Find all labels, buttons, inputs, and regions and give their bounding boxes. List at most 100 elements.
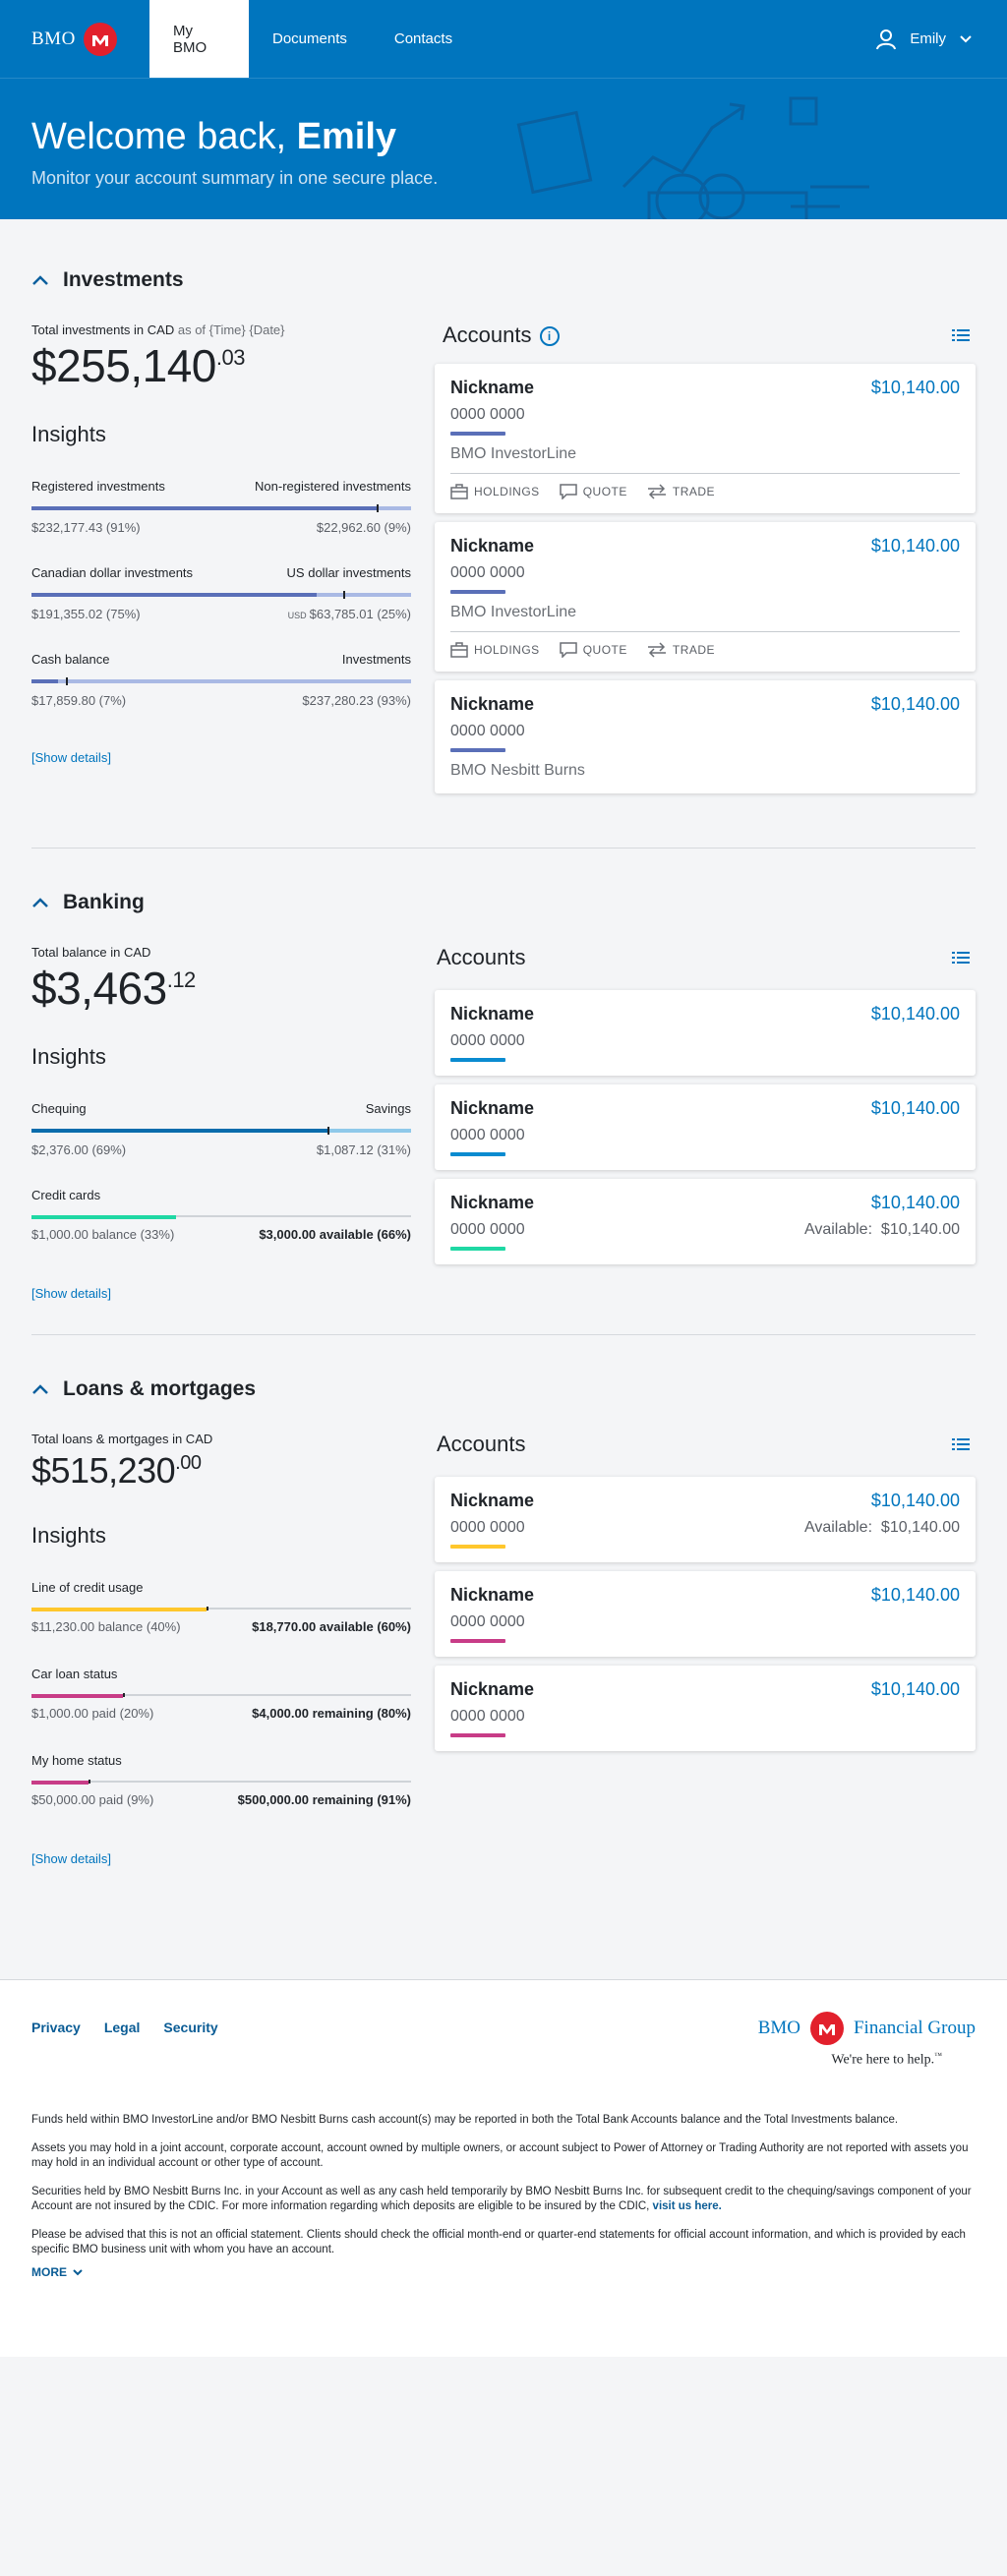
banking-total-label: Total balance in CAD — [31, 945, 151, 960]
banking-toggle[interactable]: Banking — [31, 891, 145, 914]
insight-left-value: $1,000.00 paid (20%) — [31, 1706, 154, 1721]
insight-right-value: $237,280.23 (93%) — [302, 693, 411, 708]
disclaimer-text: Funds held within BMO InvestorLine and/o… — [31, 2114, 899, 2126]
account-provider: BMO InvestorLine — [450, 604, 577, 620]
visit-us-link[interactable]: visit us here. — [653, 2200, 722, 2212]
banking-account-card[interactable]: Nickname $10,140.00 0000 0000 — [435, 1084, 976, 1170]
usd-badge: USD — [287, 611, 307, 620]
account-nickname: Nickname — [450, 1585, 535, 1605]
insight-bar — [31, 1693, 411, 1698]
nav-tab-my-bmo[interactable]: My BMO — [149, 0, 249, 78]
insight-bar — [31, 504, 411, 512]
footer-link-security[interactable]: Security — [163, 2020, 217, 2035]
loan-account-card[interactable]: Nickname $10,140.00 0000 0000 — [435, 1666, 976, 1751]
fg-brand: BMO — [757, 2018, 800, 2038]
trade-button[interactable]: TRADE — [647, 642, 715, 658]
more-button[interactable]: MORE — [31, 2265, 976, 2280]
list-view-icon[interactable] — [952, 1437, 970, 1451]
disclaimer-text: Securities held by BMO Nesbitt Burns Inc… — [31, 2186, 972, 2212]
banking-title: Banking — [63, 891, 145, 913]
disclaimers: Funds held within BMO InvestorLine and/o… — [31, 2113, 976, 2280]
account-amount: $10,140.00 — [870, 694, 960, 714]
top-nav: BMO My BMO Documents Contacts Emily — [0, 0, 1007, 78]
welcome-subtitle: Monitor your account summary in one secu… — [31, 168, 439, 188]
card-divider — [450, 473, 960, 474]
insight-right-label: Non-registered investments — [255, 479, 411, 494]
insight-right-value: $22,962.60 (9%) — [316, 520, 411, 535]
footer-link-legal[interactable]: Legal — [104, 2020, 141, 2035]
bmo-logo[interactable]: BMO — [0, 0, 149, 78]
account-nickname: Nickname — [450, 1491, 535, 1510]
insight-currency: Canadian dollar investments US dollar inv… — [31, 565, 411, 652]
insight-left-value: $2,376.00 (69%) — [31, 1142, 127, 1157]
investments-toggle[interactable]: Investments — [31, 268, 184, 292]
loans-title: Loans & mortgages — [63, 1377, 257, 1400]
disclaimer-text: Please be advised that this is not an of… — [31, 2229, 966, 2255]
trade-button[interactable]: TRADE — [647, 484, 715, 499]
nav-tab-documents[interactable]: Documents — [249, 0, 371, 78]
loans-show-details-link[interactable]: [Show details] — [31, 1851, 411, 1866]
banking-show-details-link[interactable]: [Show details] — [31, 1286, 411, 1301]
account-color-bar — [450, 748, 505, 752]
user-menu[interactable]: Emily — [876, 0, 972, 78]
footer-link-privacy[interactable]: Privacy — [31, 2020, 81, 2035]
account-number: 0000 0000 — [450, 723, 525, 739]
user-icon — [876, 29, 897, 49]
investment-account-card[interactable]: Nickname $10,140.00 0000 0000 BMO Investo… — [435, 364, 976, 513]
disclaimer-text: Assets you may hold in a joint account, … — [31, 2142, 969, 2169]
account-nickname: Nickname — [450, 1098, 535, 1118]
insight-bar — [31, 677, 411, 685]
insight-right-label: Savings — [365, 1101, 411, 1116]
banking-account-card[interactable]: Nickname $10,140.00 0000 0000 Available: … — [435, 1179, 976, 1264]
account-nickname: Nickname — [450, 1004, 535, 1024]
account-number: 0000 0000 — [450, 1127, 525, 1143]
chevron-up-icon — [32, 1384, 48, 1394]
account-nickname: Nickname — [450, 694, 535, 714]
welcome-hero: Welcome back, Emily Monitor your account… — [0, 78, 1007, 219]
account-amount: $10,140.00 — [870, 1004, 960, 1024]
account-amount: $10,140.00 — [870, 1491, 960, 1510]
account-provider: BMO InvestorLine — [450, 445, 577, 462]
list-view-icon[interactable] — [952, 328, 970, 342]
bmo-financial-group-logo: BMO Financial Group We're here to help.™ — [758, 2012, 976, 2069]
insight-left-value: $50,000.00 paid (9%) — [31, 1792, 154, 1807]
quote-button[interactable]: QUOTE — [559, 642, 627, 658]
investments-show-details-link[interactable]: [Show details] — [31, 750, 411, 765]
chat-icon — [559, 642, 577, 658]
quote-button[interactable]: QUOTE — [559, 484, 627, 499]
banking-account-card[interactable]: Nickname $10,140.00 0000 0000 — [435, 990, 976, 1076]
account-nickname: Nickname — [450, 536, 535, 556]
loans-accounts-title: Accounts — [437, 1432, 526, 1456]
section-divider — [31, 1334, 976, 1335]
finance-illustration-icon — [516, 96, 869, 219]
insight-credit-cards: Credit cards $1,000.00 balance (33%) $3,0… — [31, 1188, 411, 1274]
investments-insights-list: Registered investments Non-registered inv… — [31, 479, 411, 738]
list-view-icon[interactable] — [952, 951, 970, 965]
investments-accounts-title: Accounts i — [443, 322, 560, 348]
holdings-button[interactable]: HOLDINGS — [450, 642, 540, 658]
nav-tab-contacts[interactable]: Contacts — [371, 0, 476, 78]
insight-right-value: $3,000.00 available (66%) — [259, 1227, 411, 1242]
fg-suffix: Financial Group — [853, 2018, 976, 2038]
investment-account-card[interactable]: Nickname $10,140.00 0000 0000 BMO Nesbitt… — [435, 680, 976, 793]
welcome-heading: Welcome back, Emily — [31, 116, 397, 157]
user-name: Emily — [910, 30, 946, 47]
loans-toggle[interactable]: Loans & mortgages — [31, 1377, 256, 1401]
loan-account-card[interactable]: Nickname $10,140.00 0000 0000 — [435, 1571, 976, 1657]
insight-left-value: $191,355.02 (75%) — [31, 607, 141, 621]
available-balance: Available: $10,140.00 — [803, 1221, 960, 1238]
loans-insights-title: Insights — [31, 1523, 106, 1548]
loan-account-card[interactable]: Nickname $10,140.00 0000 0000 Available: … — [435, 1477, 976, 1562]
insight-bar — [31, 1780, 411, 1785]
holdings-button[interactable]: HOLDINGS — [450, 484, 540, 499]
info-icon[interactable]: i — [539, 326, 560, 347]
insight-right-label: Investments — [341, 652, 411, 667]
investment-account-card[interactable]: Nickname $10,140.00 0000 0000 BMO Investo… — [435, 522, 976, 672]
insight-left-label: Line of credit usage — [31, 1580, 144, 1595]
footer: Privacy Legal Security BMO Financial Gro… — [0, 1979, 1007, 2357]
insight-right-value: $1,087.12 (31%) — [316, 1142, 411, 1157]
account-number: 0000 0000 — [450, 1519, 525, 1536]
insight-left-label: My home status — [31, 1753, 122, 1768]
account-number: 0000 0000 — [450, 564, 525, 581]
insight-left-label: Registered investments — [31, 479, 165, 494]
